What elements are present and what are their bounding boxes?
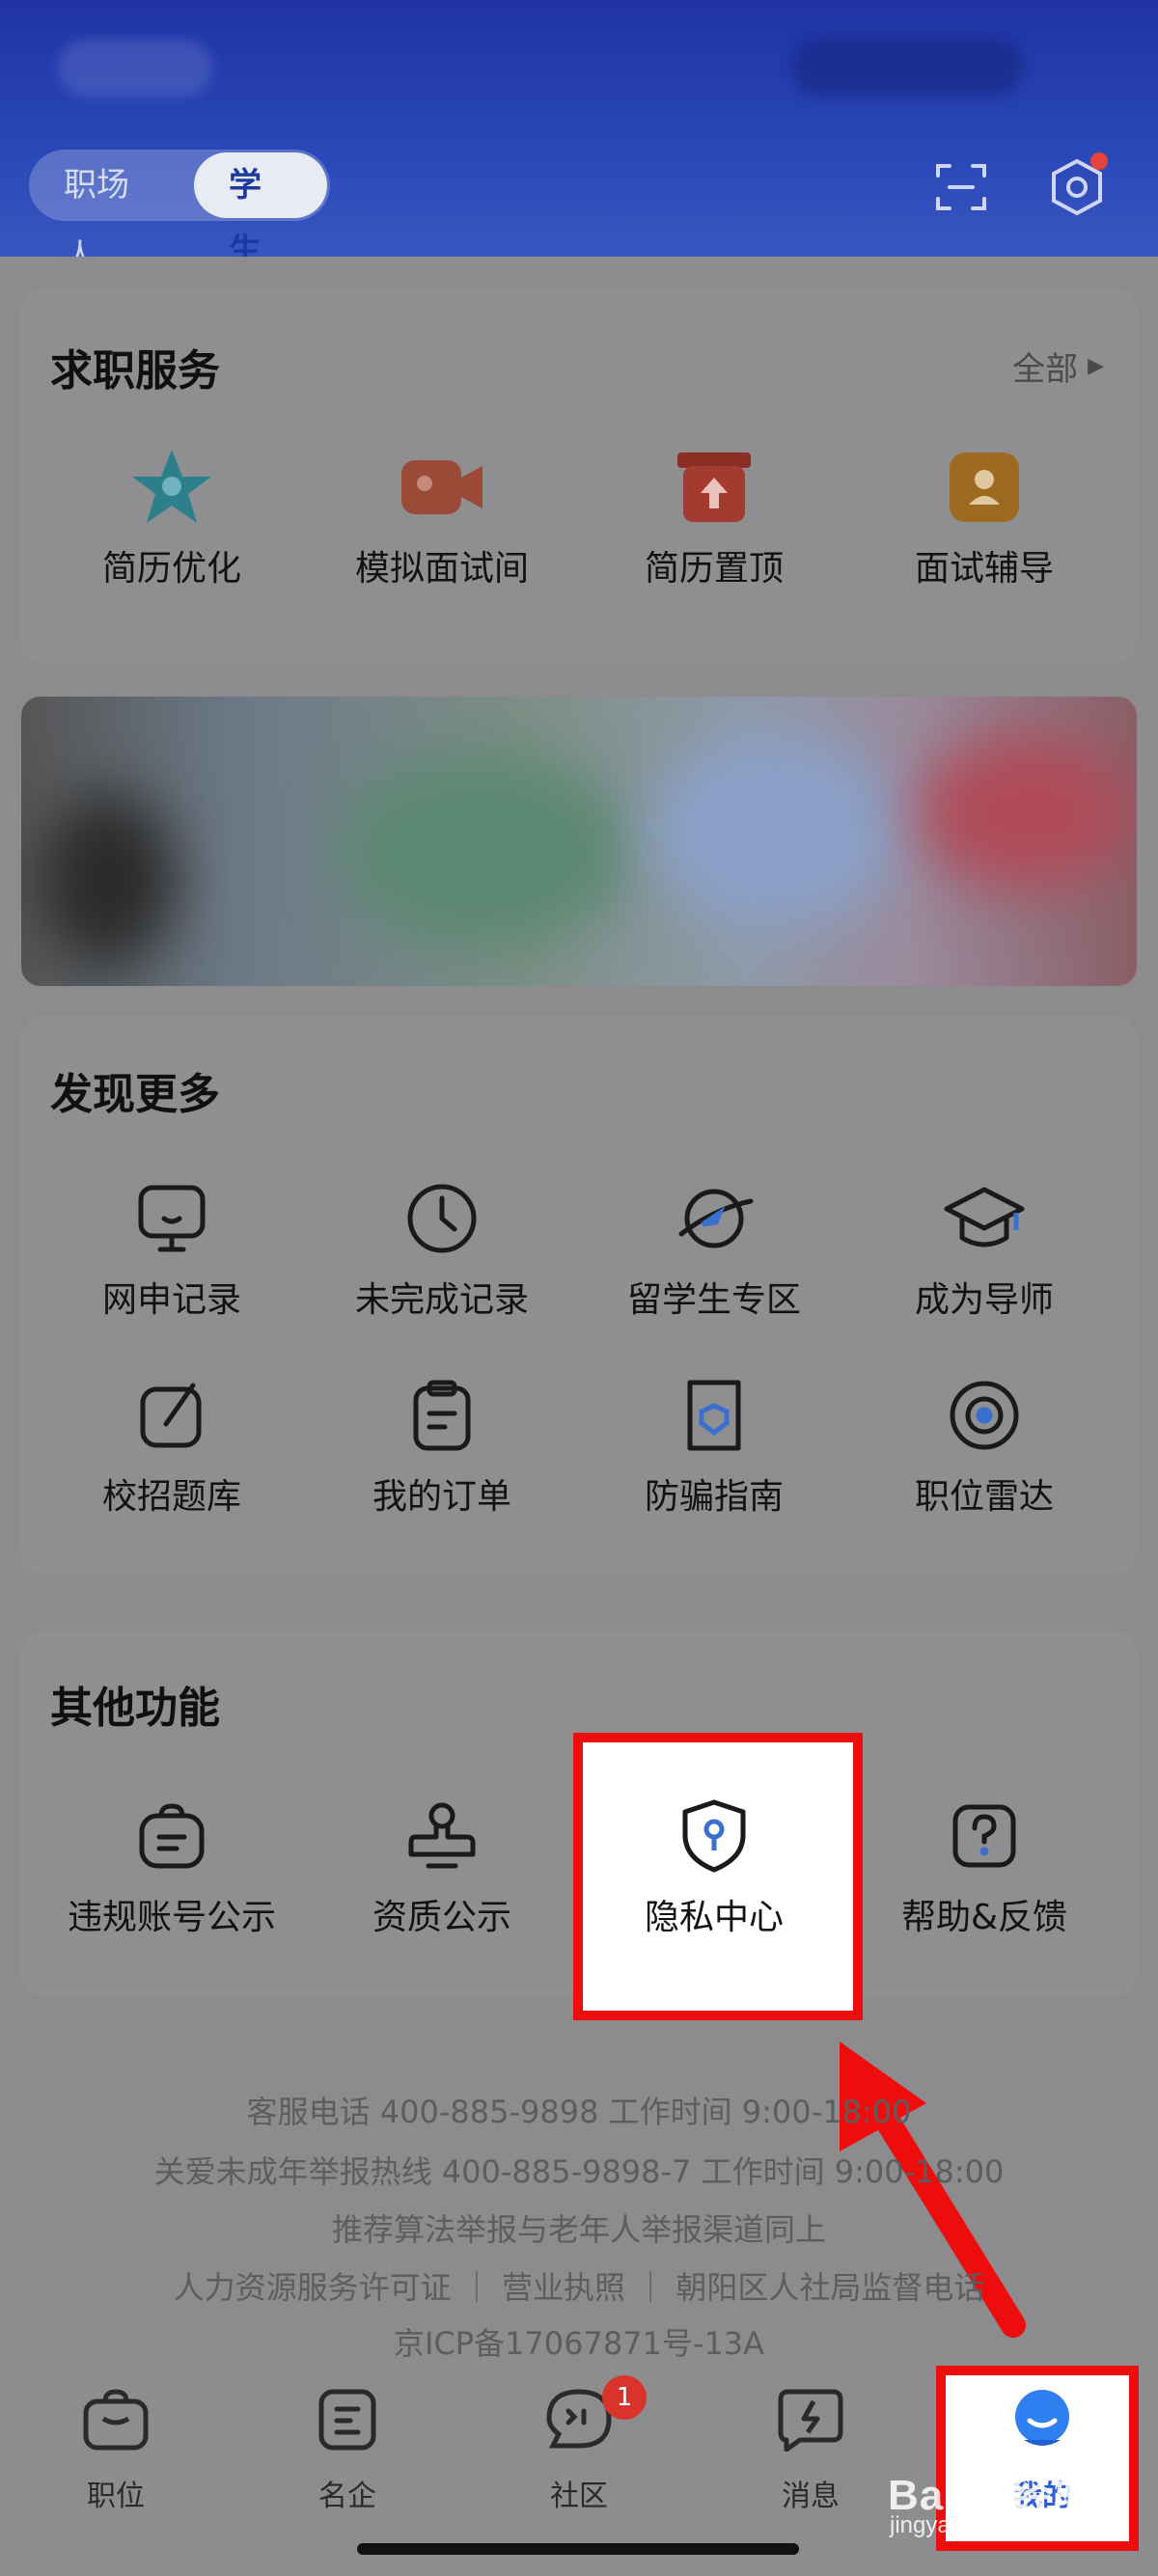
profile-icon — [1004, 2381, 1081, 2458]
briefcase-icon — [77, 2381, 154, 2458]
see-all-link[interactable]: 全部 ▶ — [1012, 343, 1104, 390]
discover-label: 校招题库 — [101, 1477, 241, 1517]
other-label: 帮助&反馈 — [900, 1898, 1068, 1937]
footer-licenses[interactable]: 人力资源服务许可证 ｜ 营业执照 ｜ 朝阳区人社局监督电话 — [0, 2263, 1158, 2308]
other-label: 隐私中心 — [644, 1898, 784, 1937]
tab-label: 消息 — [782, 2480, 840, 2513]
stamp-icon — [394, 1793, 490, 1879]
video-camera-icon — [394, 444, 490, 531]
bag-notice-icon — [124, 1793, 220, 1879]
message-icon — [772, 2381, 849, 2458]
service-resume-top[interactable]: 简历置顶 — [589, 444, 840, 590]
discover-label: 我的订单 — [372, 1477, 511, 1517]
clock-icon — [394, 1175, 490, 1262]
discover-overseas-students[interactable]: 留学生专区 — [589, 1175, 840, 1322]
discover-label: 网申记录 — [101, 1280, 241, 1320]
settings-notification-dot — [1090, 152, 1108, 170]
service-interview-coaching[interactable]: 面试辅导 — [859, 444, 1110, 590]
discover-label: 未完成记录 — [354, 1280, 529, 1320]
other-label: 违规账号公示 — [67, 1898, 276, 1937]
discover-more-title: 发现更多 — [50, 1070, 220, 1119]
other-qualification-notice[interactable]: 资质公示 — [317, 1793, 567, 1939]
role-toggle[interactable]: 职场人 学生 — [29, 150, 330, 276]
shield-book-icon — [666, 1372, 762, 1459]
discover-label: 留学生专区 — [626, 1280, 801, 1320]
service-label: 模拟面试间 — [354, 549, 529, 589]
service-resume-optimize[interactable]: 简历优化 — [46, 444, 297, 590]
company-icon — [309, 2381, 386, 2458]
header-info-blurred — [791, 39, 1023, 96]
role-option-student[interactable]: 学生 — [194, 152, 327, 270]
discover-my-orders[interactable]: 我的订单 — [317, 1372, 567, 1519]
community-badge: 1 — [602, 2375, 647, 2420]
privacy-shield-icon — [666, 1793, 762, 1879]
header: 职场人 学生 — [0, 0, 1158, 276]
promo-banner[interactable] — [21, 697, 1137, 986]
scan-icon[interactable] — [928, 154, 994, 220]
role-option-professional[interactable]: 职场人 — [29, 150, 194, 276]
star-resume-icon — [124, 444, 220, 531]
discover-anti-fraud-guide[interactable]: 防骗指南 — [589, 1372, 840, 1519]
coach-icon — [936, 444, 1033, 531]
baidu-watermark-url: jingyan.baidu.com — [890, 2512, 1077, 2538]
tab-label: 职位 — [87, 2480, 145, 2513]
discover-label: 成为导师 — [914, 1280, 1054, 1320]
other-functions-title: 其他功能 — [50, 1684, 220, 1733]
chevron-right-icon: ▶ — [1088, 354, 1104, 378]
discover-become-mentor[interactable]: 成为导师 — [859, 1175, 1110, 1322]
discover-unfinished-records[interactable]: 未完成记录 — [317, 1175, 567, 1322]
discover-campus-question-bank[interactable]: 校招题库 — [46, 1372, 297, 1519]
footer-minor-hotline: 关爱未成年举报热线 400-885-9898-7 工作时间 9:00-18:00 — [153, 2153, 1005, 2190]
graduation-cap-icon — [936, 1175, 1033, 1262]
see-all-label: 全部 — [1012, 350, 1079, 389]
discover-job-radar[interactable]: 职位雷达 — [859, 1372, 1110, 1519]
footer-service-hotline: 客服电话 400-885-9898 工作时间 9:00-18:00 — [246, 2094, 912, 2130]
service-mock-interview[interactable]: 模拟面试间 — [317, 444, 567, 590]
service-label: 简历置顶 — [644, 549, 784, 589]
discover-online-application-records[interactable]: 网申记录 — [46, 1175, 297, 1322]
service-label: 简历优化 — [101, 549, 241, 589]
discover-label: 防骗指南 — [644, 1477, 784, 1517]
top-box-icon — [666, 444, 762, 531]
monitor-icon — [124, 1175, 220, 1262]
other-violation-accounts[interactable]: 违规账号公示 — [46, 1793, 297, 1939]
service-label: 面试辅导 — [914, 549, 1054, 589]
clipboard-icon — [394, 1372, 490, 1459]
edit-icon — [124, 1372, 220, 1459]
radar-icon — [936, 1372, 1033, 1459]
globe-plane-icon — [666, 1175, 762, 1262]
other-help-feedback[interactable]: 帮助&反馈 — [859, 1793, 1110, 1939]
other-privacy-center[interactable]: 隐私中心 — [589, 1793, 840, 1939]
discover-label: 职位雷达 — [914, 1477, 1054, 1517]
tab-jobs[interactable]: 职位 — [39, 2381, 193, 2514]
home-indicator[interactable] — [357, 2543, 799, 2555]
tab-companies[interactable]: 名企 — [270, 2381, 425, 2514]
footer-algorithm-report: 推荐算法举报与老年人举报渠道同上 — [331, 2211, 826, 2248]
footer-icp[interactable]: 京ICP备17067871号-13A — [0, 2319, 1158, 2364]
tab-label: 名企 — [318, 2480, 376, 2513]
tab-messages[interactable]: 消息 — [733, 2381, 888, 2514]
tab-label: 社区 — [550, 2480, 608, 2513]
job-services-title: 求职服务 — [50, 346, 220, 396]
username-blurred — [58, 39, 212, 96]
help-icon — [936, 1793, 1033, 1879]
other-label: 资质公示 — [372, 1898, 511, 1937]
